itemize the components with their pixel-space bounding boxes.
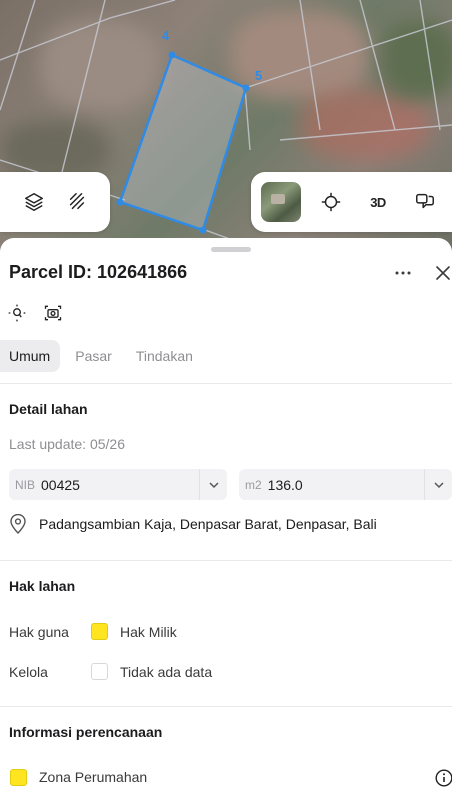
layers-button[interactable] — [17, 185, 51, 219]
compare-button[interactable] — [408, 185, 442, 219]
address-text: Padangsambian Kaja, Denpasar Barat, Denp… — [39, 516, 377, 532]
map-tools-left — [0, 172, 110, 232]
quick-actions — [6, 302, 64, 324]
ellipsis-icon — [395, 271, 411, 275]
parcel-title: Parcel ID: 102641866 — [9, 262, 188, 282]
satellite-layer-thumbnail[interactable] — [261, 182, 301, 222]
zoom-to-parcel-button[interactable] — [6, 302, 28, 324]
vertex-label: 4 — [162, 28, 170, 43]
tab-umum[interactable]: Umum — [0, 340, 61, 372]
parcel-detail-sheet: Parcel ID: 102641866 Umum Pasar Tindakan… — [0, 238, 452, 804]
map-view[interactable]: 4 5 3D — [0, 0, 452, 252]
parcel-vertex[interactable] — [242, 84, 250, 92]
last-update-text: Last update: 05/26 — [9, 436, 125, 452]
divider — [0, 383, 452, 384]
info-icon — [435, 769, 452, 787]
map-tools-right: 3D — [251, 172, 452, 232]
nib-dropdown-button[interactable] — [199, 469, 227, 500]
nib-field[interactable]: NIB 00425 — [9, 469, 227, 500]
zoom-to-icon — [8, 304, 26, 322]
section-title-detail: Detail lahan — [9, 401, 88, 417]
address-row: Padangsambian Kaja, Denpasar Barat, Denp… — [9, 514, 377, 534]
chevron-down-icon — [208, 481, 219, 488]
chevron-down-icon — [433, 481, 444, 488]
zone-color-swatch — [10, 769, 27, 786]
more-options-button[interactable] — [390, 262, 416, 284]
camera-icon — [44, 305, 62, 321]
rights-value: Hak Milik — [120, 624, 177, 640]
3d-label: 3D — [370, 194, 386, 210]
draw-button[interactable] — [60, 185, 94, 219]
section-title-planning: Informasi perencanaan — [9, 724, 163, 740]
tab-bar: Umum Pasar Tindakan — [0, 340, 208, 372]
nib-prefix: NIB — [15, 477, 36, 492]
location-pin-icon — [10, 514, 26, 534]
rights-color-swatch — [91, 623, 108, 640]
parcel-vertex[interactable] — [168, 51, 176, 59]
locate-button[interactable] — [314, 185, 348, 219]
management-value: Tidak ada data — [120, 664, 213, 680]
photo-button[interactable] — [42, 302, 64, 324]
zone-label: Zona Perumahan — [39, 769, 148, 785]
section-title-rights: Hak lahan — [9, 578, 76, 594]
layers-icon — [24, 193, 43, 211]
vertex-label: 5 — [255, 68, 263, 83]
area-dropdown-button[interactable] — [424, 469, 452, 500]
divider — [0, 560, 452, 561]
crosshair-icon — [321, 192, 341, 212]
tab-pasar[interactable]: Pasar — [66, 340, 121, 372]
parcel-vertex[interactable] — [116, 198, 124, 206]
parcel-vertex[interactable] — [199, 226, 207, 234]
3d-toggle-button[interactable]: 3D — [361, 185, 395, 219]
area-prefix: m2 — [245, 477, 262, 492]
rights-label: Hak guna — [9, 624, 69, 640]
close-button[interactable] — [431, 262, 452, 284]
management-label: Kelola — [9, 664, 48, 680]
area-field[interactable]: m2 136.0 — [239, 469, 452, 500]
drag-handle[interactable] — [211, 247, 251, 252]
management-color-swatch — [91, 663, 108, 680]
close-icon — [436, 266, 450, 280]
draw-route-icon — [69, 193, 84, 210]
divider — [0, 706, 452, 707]
zone-info-button[interactable] — [434, 768, 452, 788]
compare-icon — [416, 193, 434, 209]
area-value: 136.0 — [267, 476, 303, 493]
nib-value: 00425 — [41, 476, 80, 493]
tab-tindakan[interactable]: Tindakan — [127, 340, 202, 372]
